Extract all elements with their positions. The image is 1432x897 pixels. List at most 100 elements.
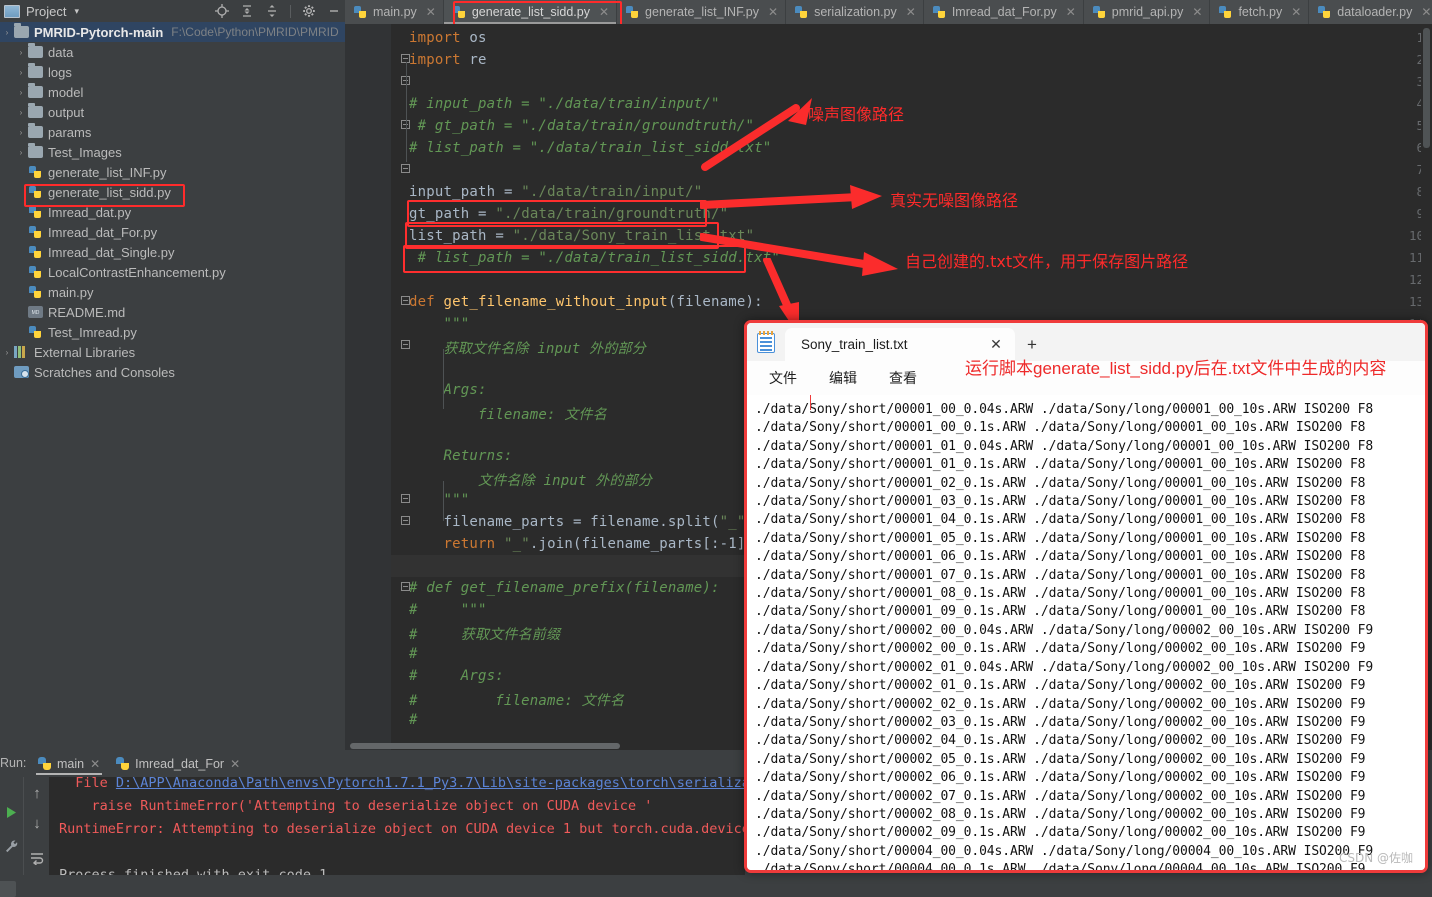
close-icon[interactable]: ✕ [599, 5, 609, 19]
soft-wrap-icon[interactable] [24, 849, 50, 869]
console-file-link[interactable]: D:\APP\Anaconda\Path\envs\Pytorch1.7.1_P… [116, 777, 745, 791]
notepad-window[interactable]: Sony_train_list.txt ✕ + 文件 编辑 查看 运行脚本gen… [744, 320, 1428, 873]
tree-item-label: params [48, 124, 92, 140]
fold-marker-icon[interactable] [401, 494, 410, 503]
close-icon[interactable]: ✕ [983, 333, 1009, 357]
scratch-icon [14, 366, 29, 378]
locate-icon[interactable] [215, 4, 229, 18]
fold-marker-icon[interactable] [401, 164, 410, 173]
code-line: filename: 文件名 [478, 407, 607, 423]
notepad-line: ./data/Sony/short/00002_09_0.1s.ARW ./da… [755, 825, 1366, 841]
tree-item-params[interactable]: › params [0, 122, 345, 142]
close-icon[interactable]: ✕ [1192, 5, 1202, 19]
project-tree[interactable]: › PMRID-Pytorch-main F:\Code\Python\PMRI… [0, 22, 345, 750]
expand-all-icon[interactable] [240, 4, 254, 18]
tree-item-output[interactable]: › output [0, 102, 345, 122]
editor-tab-serialization-py[interactable]: serialization.py ✕ [786, 0, 924, 24]
tree-item-readme-md[interactable]: README.md [0, 302, 345, 322]
editor-tab-fetch-py[interactable]: fetch.py ✕ [1210, 0, 1310, 24]
editor-tab-generate-list-sidd-py[interactable]: generate_list_sidd.py ✕ [443, 0, 618, 24]
close-icon[interactable]: ✕ [1421, 5, 1431, 19]
notepad-text-area[interactable]: ./data/Sony/short/00001_00_0.04s.ARW ./d… [747, 395, 1425, 870]
close-icon[interactable]: ✕ [1291, 5, 1301, 19]
chevron-right-icon[interactable]: › [0, 28, 14, 37]
fold-marker-icon[interactable] [401, 582, 410, 591]
editor-tab-generate-list-inf-py[interactable]: generate_list_INF.py ✕ [617, 0, 787, 24]
editor-tab-imread-dat-for-py[interactable]: Imread_dat_For.py ✕ [923, 0, 1084, 24]
chevron-down-icon[interactable]: ▾ [74, 6, 79, 17]
code-line: # [409, 712, 418, 728]
tree-item-imread-dat-py[interactable]: Imread_dat.py [0, 202, 345, 222]
close-icon[interactable]: ✕ [230, 757, 240, 771]
close-icon[interactable]: ✕ [906, 5, 916, 19]
close-icon[interactable]: ✕ [426, 5, 436, 19]
run-icon[interactable] [0, 805, 24, 824]
code-line: # list_path = "./data/train_list_sidd.tx… [409, 250, 781, 266]
close-icon[interactable]: ✕ [1066, 5, 1076, 19]
down-arrow-icon[interactable]: ↓ [24, 815, 50, 832]
watermark-text: CSDN @佐咖 [1338, 851, 1413, 865]
code-line: gt_path = "./data/train/groundtruth/" [409, 206, 729, 222]
notepad-line: ./data/Sony/short/00001_06_0.1s.ARW ./da… [755, 549, 1366, 565]
tree-item-data[interactable]: › data [0, 42, 345, 62]
run-console-output[interactable]: File D:\APP\Anaconda\Path\envs\Pytorch1.… [49, 777, 745, 875]
tree-root-item[interactable]: › PMRID-Pytorch-main F:\Code\Python\PMRI… [0, 22, 345, 42]
tree-item-localcontrastenhancement-py[interactable]: LocalContrastEnhancement.py [0, 262, 345, 282]
tree-item-generate-list-inf-py[interactable]: generate_list_INF.py [0, 162, 345, 182]
editor-tab-main-py[interactable]: main.py ✕ [345, 0, 444, 24]
menu-edit[interactable]: 编辑 [817, 364, 869, 392]
fold-marker-icon[interactable] [401, 340, 410, 349]
run-tab-list[interactable]: main ✕ Imread_dat_For ✕ [30, 750, 248, 777]
tree-item-label: logs [48, 64, 72, 80]
annotation-label: 自己创建的.txt文件，用于保存图片路径 [905, 252, 1189, 271]
collapse-all-icon[interactable] [265, 4, 279, 18]
tree-item-main-py[interactable]: main.py [0, 282, 345, 302]
indent-guide [443, 349, 444, 409]
wrench-icon[interactable] [0, 839, 24, 858]
scrollbar-thumb[interactable] [350, 743, 620, 749]
chevron-right-icon[interactable]: › [14, 68, 28, 77]
editor-tab-pmrid-api-py[interactable]: pmrid_api.py ✕ [1083, 0, 1211, 24]
chevron-right-icon[interactable]: › [14, 48, 28, 57]
editor-tab-label: main.py [373, 5, 417, 19]
tree-item-external-libraries[interactable]: › External Libraries [0, 342, 345, 362]
tree-item-test-imread-py[interactable]: Test_Imread.py [0, 322, 345, 342]
indent-guide [443, 481, 444, 521]
chevron-right-icon[interactable]: › [14, 148, 28, 157]
close-icon[interactable]: ✕ [90, 757, 100, 771]
tree-item-test-images[interactable]: › Test_Images [0, 142, 345, 162]
code-line: filename_parts = filename.split("_") [443, 514, 754, 530]
editor-tab-bar[interactable]: main.py ✕ generate_list_sidd.py ✕ generate_l… [345, 0, 1432, 24]
fold-marker-icon[interactable] [401, 296, 410, 305]
tree-item-scratches-and-consoles[interactable]: Scratches and Consoles [0, 362, 345, 382]
console-line[interactable]: File D:\APP\Anaconda\Path\envs\Pytorch1.… [59, 777, 745, 791]
editor-horizontal-scrollbar[interactable] [345, 742, 745, 750]
chevron-right-icon[interactable]: › [14, 88, 28, 97]
notepad-titlebar[interactable]: Sony_train_list.txt ✕ + [747, 323, 1425, 361]
menu-file[interactable]: 文件 [757, 364, 809, 392]
minimize-icon[interactable] [327, 4, 341, 18]
tree-item-imread-dat-single-py[interactable]: Imread_dat_Single.py [0, 242, 345, 262]
editor-tab-label: generate_list_sidd.py [471, 5, 590, 19]
chevron-right-icon[interactable]: › [14, 108, 28, 117]
notepad-line: ./data/Sony/short/00001_02_0.1s.ARW ./da… [755, 475, 1366, 491]
python-file-icon [1092, 6, 1106, 18]
close-icon[interactable]: ✕ [768, 5, 778, 19]
run-tab-main[interactable]: main ✕ [30, 750, 108, 777]
run-side-button[interactable] [0, 881, 16, 897]
folder-icon [28, 103, 43, 118]
tree-item-model[interactable]: › model [0, 82, 345, 102]
scrollbar-thumb[interactable] [1423, 28, 1430, 148]
project-root-name: PMRID-Pytorch-main [34, 24, 164, 40]
chevron-right-icon[interactable]: › [0, 348, 14, 357]
tree-item-logs[interactable]: › logs [0, 62, 345, 82]
run-tab-imread-dat-for[interactable]: Imread_dat_For ✕ [108, 750, 248, 777]
menu-view[interactable]: 查看 [877, 364, 929, 392]
editor-tab-dataloader-py[interactable]: dataloader.py ✕ [1309, 0, 1432, 24]
up-arrow-icon[interactable]: ↑ [24, 785, 50, 802]
tree-item-imread-dat-for-py[interactable]: Imread_dat_For.py [0, 222, 345, 242]
settings-gear-icon[interactable] [302, 4, 316, 18]
tree-item-generate-list-sidd-py[interactable]: generate_list_sidd.py [0, 182, 345, 202]
fold-marker-icon[interactable] [401, 516, 410, 525]
chevron-right-icon[interactable]: › [14, 128, 28, 137]
